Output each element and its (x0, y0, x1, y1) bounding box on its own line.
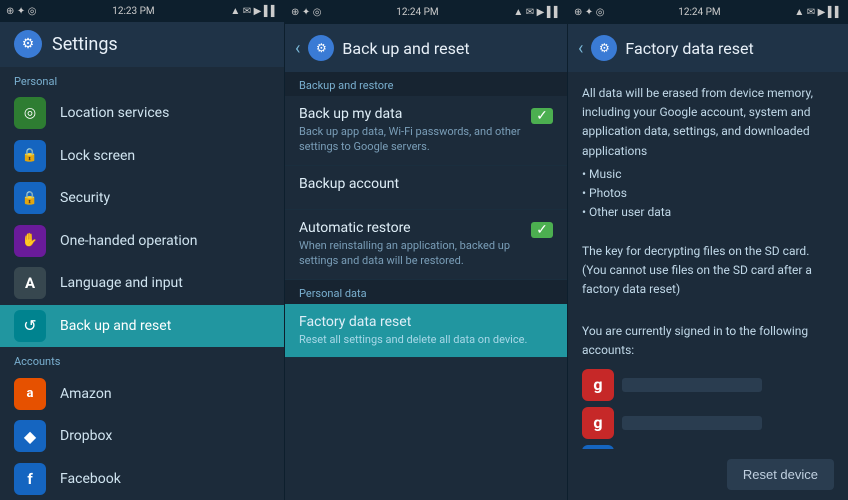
auto-restore-check-icon: ✓ (531, 222, 553, 238)
lockscreen-icon: 🔒 (14, 140, 46, 172)
section-personal-label: Personal (0, 67, 284, 92)
amazon-icon: a (14, 378, 46, 410)
nav-label-language: Language and input (60, 275, 183, 291)
factory-header-icon: ⚙ (591, 35, 617, 61)
back-arrow-right[interactable]: ‹ (578, 38, 583, 59)
settings-header-icon: ⚙ (14, 30, 42, 58)
nav-item-language[interactable]: A Language and input (0, 262, 284, 305)
section-backup-restore: Backup and restore (285, 72, 567, 96)
factory-reset-text: Factory data reset Reset all settings an… (299, 314, 553, 347)
auto-restore-desc: When reinstalling an application, backed… (299, 238, 531, 269)
google-icon-1: g (582, 369, 614, 401)
backup-data-title: Back up my data (299, 106, 531, 122)
status-time-left: 12:23 PM (112, 6, 154, 17)
nav-label-onehanded: One-handed operation (60, 233, 197, 249)
nav-item-backup[interactable]: ↺ Back up and reset (0, 305, 284, 348)
dropbox-icon: ◆ (14, 420, 46, 452)
nav-label-amazon: Amazon (60, 386, 112, 402)
account-item-google-2: g (582, 407, 834, 439)
status-signal-right: ▲ ✉ ▶ ▌▌ (794, 7, 842, 18)
backup-data-check-icon: ✓ (531, 108, 553, 124)
warning-text: All data will be erased from device memo… (582, 84, 834, 161)
nav-item-amazon[interactable]: a Amazon (0, 372, 284, 415)
factory-reset-panel: ⊕ ✦ ◎ 12:24 PM ▲ ✉ ▶ ▌▌ ‹ ⚙ Factory data… (568, 0, 848, 500)
backup-reset-panel: ⊕ ✦ ◎ 12:24 PM ▲ ✉ ▶ ▌▌ ‹ ⚙ Back up and … (285, 0, 568, 500)
nav-item-facebook[interactable]: f Facebook (0, 457, 284, 500)
section-accounts-label: Accounts (0, 347, 284, 372)
security-icon: 🔒 (14, 182, 46, 214)
back-arrow-mid[interactable]: ‹ (295, 38, 300, 59)
status-time-right: 12:24 PM (678, 7, 720, 18)
status-signal-mid: ▲ ✉ ▶ ▌▌ (513, 7, 561, 18)
status-time-mid: 12:24 PM (396, 7, 438, 18)
language-icon: A (14, 267, 46, 299)
nav-label-backup: Back up and reset (60, 318, 171, 334)
status-bar-left: ⊕ ✦ ◎ 12:23 PM ▲ ✉ ▶ ▌▌ (0, 0, 284, 22)
backup-header-icon: ⚙ (308, 35, 334, 61)
bullet-other: • Other user data (582, 203, 834, 222)
nav-label-lockscreen: Lock screen (60, 148, 135, 164)
factory-header-title: Factory data reset (625, 39, 753, 58)
account-email-2 (622, 416, 762, 430)
facebook-icon: f (14, 463, 46, 495)
backup-account-text: Backup account (299, 176, 553, 194)
factory-reset-title: Factory data reset (299, 314, 553, 330)
factory-reset-content: All data will be erased from device memo… (568, 72, 848, 449)
backup-data-checkbox[interactable]: ✓ (531, 108, 553, 130)
status-icons-mid: ⊕ ✦ ◎ (291, 7, 321, 18)
nav-item-dropbox[interactable]: ◆ Dropbox (0, 415, 284, 458)
section-personal-data: Personal data (285, 280, 567, 304)
status-signal-left: ▲ ✉ ▶ ▌▌ (230, 6, 278, 17)
backup-data-text: Back up my data Back up app data, Wi-Fi … (299, 106, 531, 155)
sd-text: The key for decrypting files on the SD c… (582, 242, 834, 300)
nav-item-lockscreen[interactable]: 🔒 Lock screen (0, 134, 284, 177)
google-icon-2: g (582, 407, 614, 439)
status-bar-right: ⊕ ✦ ◎ 12:24 PM ▲ ✉ ▶ ▌▌ (568, 0, 848, 24)
setting-auto-restore[interactable]: Automatic restore When reinstalling an a… (285, 210, 567, 280)
reset-button-container: Reset device (568, 449, 848, 500)
bullet-music: • Music (582, 165, 834, 184)
nav-label-facebook: Facebook (60, 471, 121, 487)
nav-item-location[interactable]: ◎ Location services (0, 92, 284, 135)
backup-panel-header: ‹ ⚙ Back up and reset (285, 24, 567, 72)
location-icon: ◎ (14, 97, 46, 129)
settings-header: ⚙ Settings (0, 22, 284, 66)
backup-icon: ↺ (14, 310, 46, 342)
account-email-1 (622, 378, 762, 392)
status-icons-left: ⊕ ✦ ◎ (6, 6, 36, 17)
nav-label-dropbox: Dropbox (60, 428, 112, 444)
factory-reset-desc: Reset all settings and delete all data o… (299, 332, 553, 347)
signed-in-text: You are currently signed in to the follo… (582, 322, 834, 360)
auto-restore-title: Automatic restore (299, 220, 531, 236)
onehanded-icon: ✋ (14, 225, 46, 257)
account-item-google-1: g (582, 369, 834, 401)
setting-backup-data[interactable]: Back up my data Back up app data, Wi-Fi … (285, 96, 567, 166)
factory-panel-header: ‹ ⚙ Factory data reset (568, 24, 848, 72)
settings-panel: ⊕ ✦ ◎ 12:23 PM ▲ ✉ ▶ ▌▌ ⚙ Settings Perso… (0, 0, 285, 500)
accounts-list: g g f f ◆ (582, 369, 834, 449)
backup-header-title: Back up and reset (342, 39, 469, 58)
nav-item-onehanded[interactable]: ✋ One-handed operation (0, 219, 284, 262)
status-bar-mid: ⊕ ✦ ◎ 12:24 PM ▲ ✉ ▶ ▌▌ (285, 0, 567, 24)
setting-backup-account[interactable]: Backup account (285, 166, 567, 210)
nav-label-location: Location services (60, 105, 169, 121)
auto-restore-text: Automatic restore When reinstalling an a… (299, 220, 531, 269)
nav-label-security: Security (60, 190, 110, 206)
backup-account-title: Backup account (299, 176, 553, 192)
backup-data-desc: Back up app data, Wi-Fi passwords, and o… (299, 124, 531, 155)
reset-device-button[interactable]: Reset device (727, 459, 834, 490)
status-icons-right: ⊕ ✦ ◎ (574, 7, 604, 18)
nav-item-security[interactable]: 🔒 Security (0, 177, 284, 220)
bullet-photos: • Photos (582, 184, 834, 203)
settings-title: Settings (52, 34, 118, 55)
auto-restore-checkbox[interactable]: ✓ (531, 222, 553, 244)
setting-factory-reset[interactable]: Factory data reset Reset all settings an… (285, 304, 567, 358)
